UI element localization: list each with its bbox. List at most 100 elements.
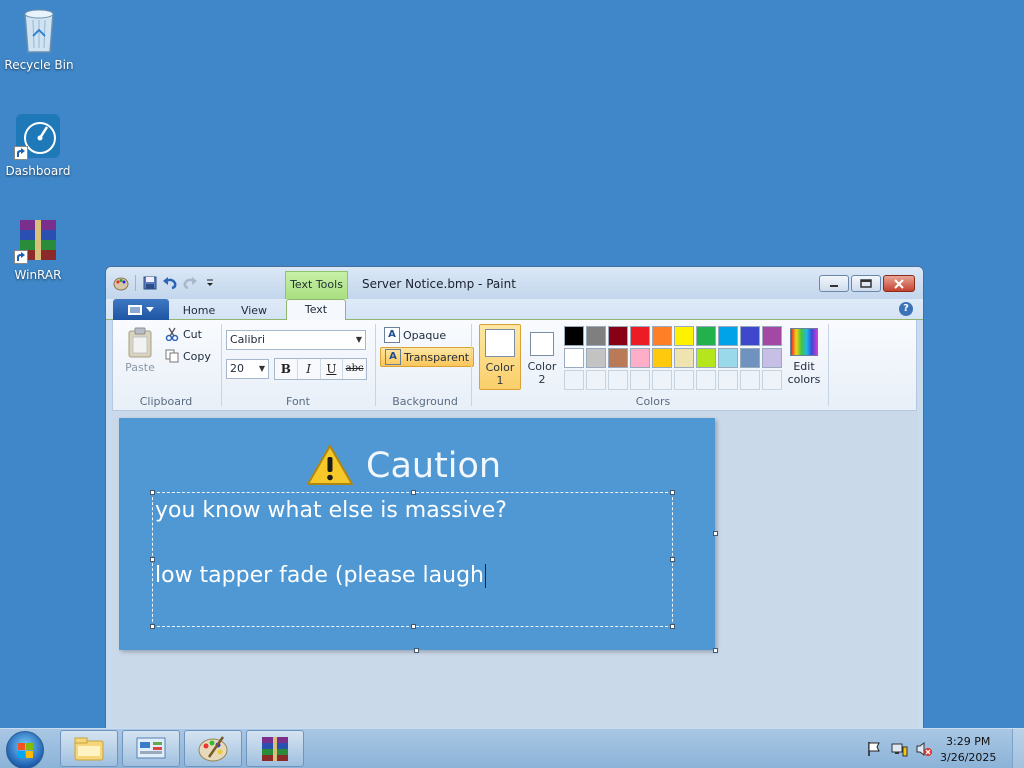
bold-button[interactable]: B xyxy=(275,359,298,379)
palette-color-swatch[interactable] xyxy=(718,348,738,368)
show-desktop-button[interactable] xyxy=(1012,729,1024,768)
palette-color-swatch[interactable] xyxy=(696,326,716,346)
palette-color-swatch[interactable] xyxy=(586,348,606,368)
drawing-canvas[interactable]: Caution you know what else is massive? l… xyxy=(119,418,715,650)
canvas-resize-handle[interactable] xyxy=(713,648,718,653)
taskbar-winrar[interactable] xyxy=(246,730,304,767)
resize-handle[interactable] xyxy=(150,624,155,629)
palette-empty-swatch[interactable] xyxy=(674,370,694,390)
paint-app-icon[interactable] xyxy=(112,275,130,291)
tray-network-icon[interactable] xyxy=(891,741,909,760)
palette-color-swatch[interactable] xyxy=(564,326,584,346)
underline-button[interactable]: U xyxy=(321,359,344,379)
font-family-select[interactable]: Calibri ▼ xyxy=(226,330,366,350)
save-icon[interactable] xyxy=(141,275,159,291)
tab-view[interactable]: View xyxy=(228,301,280,320)
paint-menu-button[interactable] xyxy=(113,299,169,320)
color1-label-line1: Color xyxy=(485,361,515,374)
palette-color-swatch[interactable] xyxy=(740,348,760,368)
copy-button[interactable]: Copy xyxy=(165,349,211,363)
text-line-editing: low tapper fade (please laugh xyxy=(155,563,487,588)
desktop-icon-label: Dashboard xyxy=(5,164,71,178)
canvas-resize-handle[interactable] xyxy=(713,531,718,536)
canvas-resize-handle[interactable] xyxy=(414,648,419,653)
resize-handle[interactable] xyxy=(670,490,675,495)
transparent-icon: A xyxy=(385,349,401,365)
strikethrough-button[interactable]: abc xyxy=(343,359,366,379)
start-button[interactable] xyxy=(6,731,44,768)
tray-flag-icon[interactable] xyxy=(866,741,882,760)
winrar-icon xyxy=(262,736,288,761)
palette-empty-swatch[interactable] xyxy=(718,370,738,390)
palette-color-swatch[interactable] xyxy=(652,348,672,368)
opaque-button[interactable]: A Opaque xyxy=(380,325,450,345)
palette-empty-swatch[interactable] xyxy=(586,370,606,390)
palette-color-swatch[interactable] xyxy=(696,348,716,368)
title-bar[interactable]: Text Tools Server Notice.bmp - Paint xyxy=(106,267,923,299)
edit-colors-button[interactable]: Edit colors xyxy=(785,328,823,386)
tray-volume-muted-icon[interactable] xyxy=(915,741,933,760)
color2-button[interactable]: Color 2 xyxy=(521,324,563,390)
close-button[interactable] xyxy=(883,275,915,292)
redo-icon[interactable] xyxy=(181,275,199,291)
palette-color-swatch[interactable] xyxy=(762,326,782,346)
text-box[interactable]: you know what else is massive? low tappe… xyxy=(150,490,675,629)
palette-empty-swatch[interactable] xyxy=(630,370,650,390)
palette-color-swatch[interactable] xyxy=(608,326,628,346)
palette-color-swatch[interactable] xyxy=(630,326,650,346)
italic-button[interactable]: I xyxy=(298,359,321,379)
transparent-button[interactable]: A Transparent xyxy=(380,347,475,367)
transparent-label: Transparent xyxy=(404,350,470,364)
undo-icon[interactable] xyxy=(161,275,179,291)
palette-color-swatch[interactable] xyxy=(762,348,782,368)
caution-heading: Caution xyxy=(366,446,502,486)
palette-empty-swatch[interactable] xyxy=(608,370,628,390)
resize-handle[interactable] xyxy=(150,557,155,562)
palette-empty-swatch[interactable] xyxy=(564,370,584,390)
resize-handle[interactable] xyxy=(670,624,675,629)
palette-empty-swatch[interactable] xyxy=(696,370,716,390)
scissors-icon xyxy=(165,327,179,341)
palette-color-swatch[interactable] xyxy=(586,326,606,346)
resize-handle[interactable] xyxy=(411,490,416,495)
palette-color-swatch[interactable] xyxy=(564,348,584,368)
minimize-button[interactable] xyxy=(819,275,849,292)
tab-text[interactable]: Text xyxy=(286,299,346,321)
taskbar-clock[interactable]: 3:29 PM 3/26/2025 xyxy=(940,734,996,766)
resize-handle[interactable] xyxy=(411,624,416,629)
desktop-icon-recycle-bin[interactable]: Recycle Bin xyxy=(1,6,77,72)
palette-color-swatch[interactable] xyxy=(674,326,694,346)
desktop-icon-dashboard[interactable]: Dashboard xyxy=(0,112,76,178)
palette-color-swatch[interactable] xyxy=(652,326,672,346)
palette-color-swatch[interactable] xyxy=(608,348,628,368)
colors-group: Color 1 Color 2 Edit colors Colors xyxy=(473,320,923,411)
font-group: Calibri ▼ 20 ▼ B I U abc Font xyxy=(223,320,373,411)
cut-button[interactable]: Cut xyxy=(165,327,202,341)
taskbar-file-explorer[interactable] xyxy=(60,730,118,767)
separator xyxy=(828,324,829,406)
desktop-icon-winrar[interactable]: WinRAR xyxy=(0,216,76,282)
tab-home[interactable]: Home xyxy=(172,301,226,320)
taskbar-control-panel[interactable] xyxy=(122,730,180,767)
taskbar-paint[interactable] xyxy=(184,730,242,767)
dashboard-icon xyxy=(14,112,62,160)
opaque-icon: A xyxy=(384,327,400,343)
palette-color-swatch[interactable] xyxy=(630,348,650,368)
palette-color-swatch[interactable] xyxy=(718,326,738,346)
color1-button[interactable]: Color 1 xyxy=(479,324,521,390)
help-icon[interactable]: ? xyxy=(899,302,913,316)
palette-empty-swatch[interactable] xyxy=(762,370,782,390)
desktop-icon-label: WinRAR xyxy=(14,268,62,282)
resize-handle[interactable] xyxy=(670,557,675,562)
palette-empty-swatch[interactable] xyxy=(652,370,672,390)
paste-button[interactable]: Paste xyxy=(121,326,159,374)
palette-color-swatch[interactable] xyxy=(674,348,694,368)
color2-swatch xyxy=(530,332,554,356)
resize-handle[interactable] xyxy=(150,490,155,495)
palette-empty-swatch[interactable] xyxy=(740,370,760,390)
font-size-select[interactable]: 20 ▼ xyxy=(226,359,269,379)
maximize-button[interactable] xyxy=(851,275,881,292)
paint-window: Text Tools Server Notice.bmp - Paint Hom… xyxy=(105,266,924,736)
customize-qat-chevron-icon[interactable] xyxy=(201,275,219,291)
palette-color-swatch[interactable] xyxy=(740,326,760,346)
